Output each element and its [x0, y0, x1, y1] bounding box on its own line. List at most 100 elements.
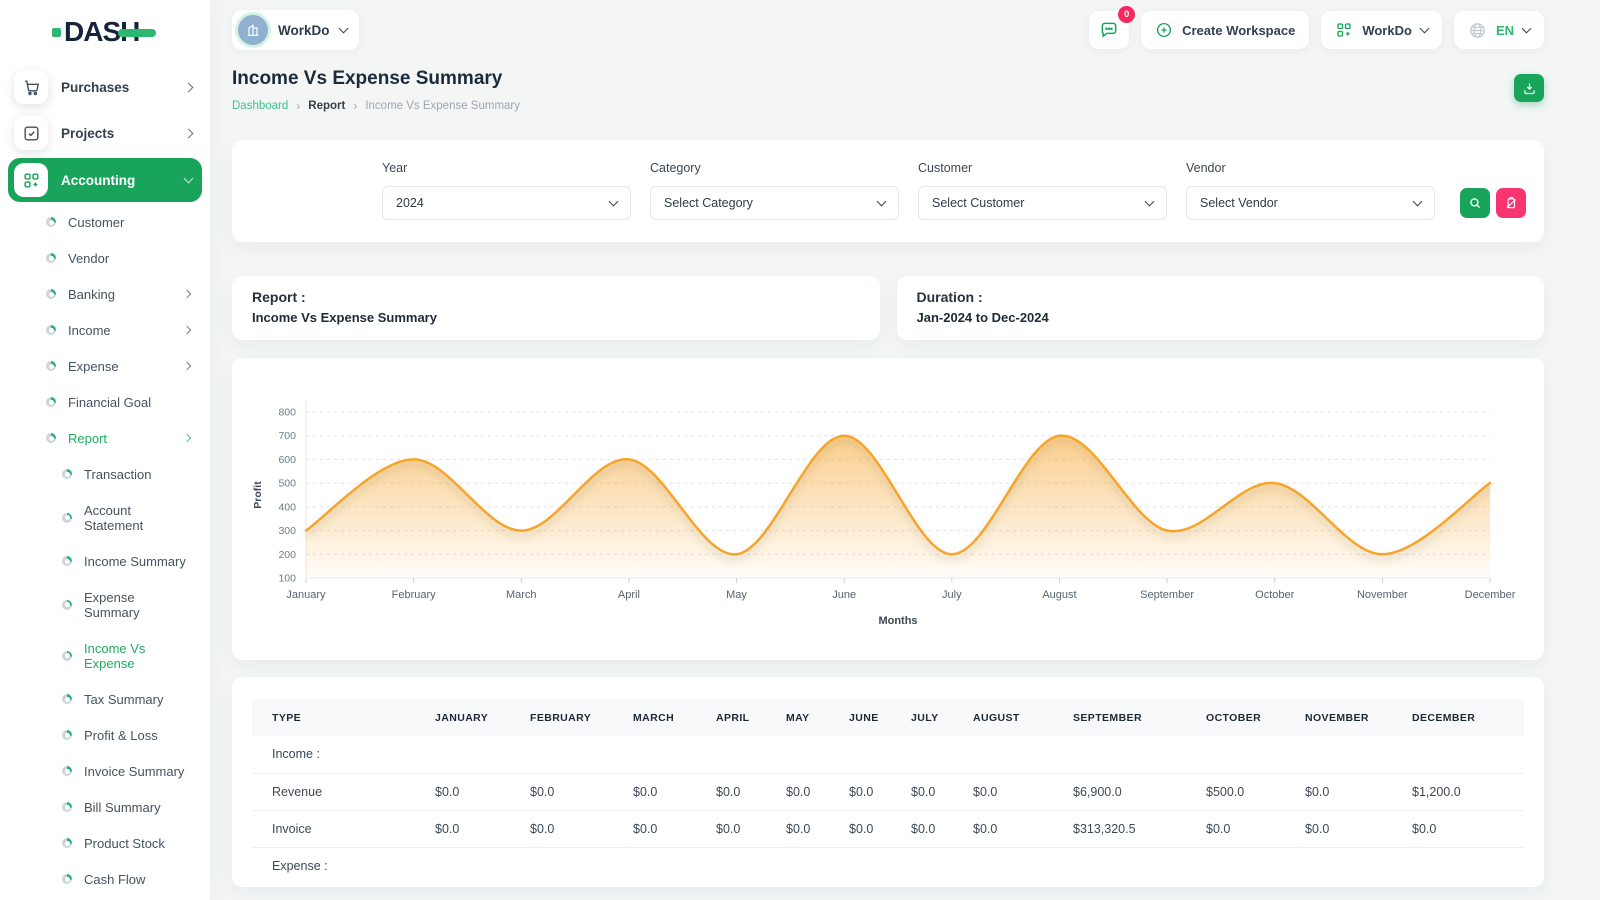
sidebar-report-item-cash-flow[interactable]: Cash Flow	[8, 861, 202, 897]
svg-text:September: September	[1140, 589, 1194, 601]
sidebar-subitem-vendor[interactable]: Vendor	[8, 240, 202, 276]
duration-label: Duration :	[917, 289, 1525, 305]
apply-filter-button[interactable]	[1460, 188, 1490, 218]
download-button[interactable]	[1514, 74, 1544, 102]
workspace-avatar	[238, 15, 268, 45]
bullet-ring-icon	[62, 874, 72, 884]
workspace-switcher[interactable]: WorkDo	[1321, 11, 1442, 49]
sidebar-report-item-income-vs-expense[interactable]: Income Vs Expense	[8, 630, 202, 681]
language-selector[interactable]: EN	[1454, 11, 1544, 49]
sidebar-report-item-profit-loss[interactable]: Profit & Loss	[8, 717, 202, 753]
breadcrumb-item[interactable]: Dashboard	[232, 100, 288, 112]
sidebar-item-label: Accounting	[61, 173, 135, 188]
row-value: $0.0	[1206, 810, 1305, 847]
table-body: Income :Revenue$0.0$0.0$0.0$0.0$0.0$0.0$…	[252, 736, 1524, 884]
sidebar-nav: PurchasesProjects Accounting Customer Vendo…	[0, 64, 210, 897]
svg-text:October: October	[1255, 589, 1294, 601]
sidebar-report-item-label: Cash Flow	[84, 872, 145, 887]
logo-accent-dot	[52, 28, 61, 37]
duration-summary-card: Duration : Jan-2024 to Dec-2024	[897, 276, 1545, 340]
row-value: $0.0	[633, 773, 716, 810]
sidebar-subitem-financial-goal[interactable]: Financial Goal	[8, 384, 202, 420]
row-value: $0.0	[1305, 773, 1412, 810]
chevron-right-icon	[184, 128, 194, 138]
create-workspace-label: Create Workspace	[1182, 23, 1295, 38]
sidebar-item-accounting[interactable]: Accounting	[8, 158, 202, 202]
row-value: $0.0	[911, 810, 973, 847]
sidebar-report-item-label: Invoice Summary	[84, 764, 184, 779]
column-header: TYPE	[252, 699, 435, 736]
sidebar-subitem-income[interactable]: Income	[8, 312, 202, 348]
column-header: JUNE	[849, 699, 911, 736]
sidebar-report-item-label: Income Vs Expense	[84, 641, 190, 671]
create-workspace-button[interactable]: Create Workspace	[1141, 11, 1309, 49]
chevron-right-icon	[183, 290, 191, 298]
sidebar-subitem-report[interactable]: Report	[8, 420, 202, 456]
sidebar-subitem-label: Customer	[68, 215, 124, 230]
clear-filter-icon	[1504, 196, 1518, 210]
breadcrumb-item[interactable]: Report	[308, 100, 345, 112]
profit-area-chart[interactable]: 100200300400500600700800JanuaryFebruaryM…	[248, 378, 1528, 640]
sidebar-report-item-label: Expense Summary	[84, 590, 190, 620]
svg-text:200: 200	[278, 549, 296, 561]
row-value: $0.0	[1412, 810, 1524, 847]
app-logo[interactable]: DASH	[0, 0, 210, 64]
sidebar-subitem-customer[interactable]: Customer	[8, 204, 202, 240]
column-header: MARCH	[633, 699, 716, 736]
vendor-select[interactable]: Select Vendor	[1186, 186, 1435, 220]
sidebar-report-item-label: Account Statement	[84, 503, 190, 533]
svg-text:March: March	[506, 589, 537, 601]
sidebar-report-item-transaction[interactable]: Transaction	[8, 456, 202, 492]
sidebar-subitem-label: Banking	[68, 287, 115, 302]
category-select[interactable]: Select Category	[650, 186, 899, 220]
svg-text:February: February	[392, 589, 437, 601]
workspace-button[interactable]: WorkDo	[232, 10, 359, 50]
year-select[interactable]: 2024	[382, 186, 631, 220]
building-icon	[245, 22, 261, 38]
sidebar-report-item-account-statement[interactable]: Account Statement	[8, 492, 202, 543]
report-label: Report :	[252, 289, 860, 305]
messages-button[interactable]: 0	[1089, 11, 1129, 49]
logo-accent-bar	[118, 29, 156, 37]
sidebar-subitem-expense[interactable]: Expense	[8, 348, 202, 384]
sidebar-report-item-expense-summary[interactable]: Expense Summary	[8, 579, 202, 630]
bullet-ring-icon	[46, 289, 56, 299]
bullet-ring-icon	[62, 730, 72, 740]
bullet-ring-icon	[62, 469, 72, 479]
row-type: Revenue	[252, 773, 435, 810]
section-row: Income :	[252, 736, 1524, 773]
sidebar-report-item-income-summary[interactable]: Income Summary	[8, 543, 202, 579]
sidebar-report-item-invoice-summary[interactable]: Invoice Summary	[8, 753, 202, 789]
select-value: Select Customer	[932, 196, 1024, 210]
bullet-ring-icon	[62, 838, 72, 848]
reset-filter-button[interactable]	[1496, 188, 1526, 218]
cart-icon	[14, 70, 48, 104]
sidebar-report-item-bill-summary[interactable]: Bill Summary	[8, 789, 202, 825]
row-value: $0.0	[716, 773, 786, 810]
svg-text:June: June	[832, 589, 856, 601]
sidebar-item-purchases[interactable]: Purchases	[8, 64, 202, 110]
filter-field-category: CategorySelect Category	[650, 161, 899, 220]
column-header: JANUARY	[435, 699, 530, 736]
sidebar-report-item-product-stock[interactable]: Product Stock	[8, 825, 202, 861]
sidebar-subitem-label: Expense	[68, 359, 119, 374]
sidebar-report-item-tax-summary[interactable]: Tax Summary	[8, 681, 202, 717]
filter-field-vendor: VendorSelect Vendor	[1186, 161, 1435, 220]
column-header: AUGUST	[973, 699, 1073, 736]
row-value: $0.0	[1305, 810, 1412, 847]
sidebar-item-projects[interactable]: Projects	[8, 110, 202, 156]
chevron-down-icon	[1522, 24, 1532, 34]
bullet-ring-icon	[62, 802, 72, 812]
globe-icon	[1468, 21, 1487, 40]
page-header: Income Vs Expense Summary Dashboard›Repo…	[232, 68, 1544, 113]
bullet-ring-icon	[46, 217, 56, 227]
customer-select[interactable]: Select Customer	[918, 186, 1167, 220]
svg-text:November: November	[1357, 589, 1408, 601]
chevron-down-icon	[1145, 197, 1155, 207]
messages-badge: 0	[1118, 6, 1135, 23]
svg-text:300: 300	[278, 525, 296, 537]
sidebar-subitem-banking[interactable]: Banking	[8, 276, 202, 312]
topbar: WorkDo 0 Create Workspace WorkDo	[232, 8, 1544, 52]
svg-text:700: 700	[278, 430, 296, 442]
topbar-actions: 0 Create Workspace WorkDo EN	[1089, 11, 1544, 49]
